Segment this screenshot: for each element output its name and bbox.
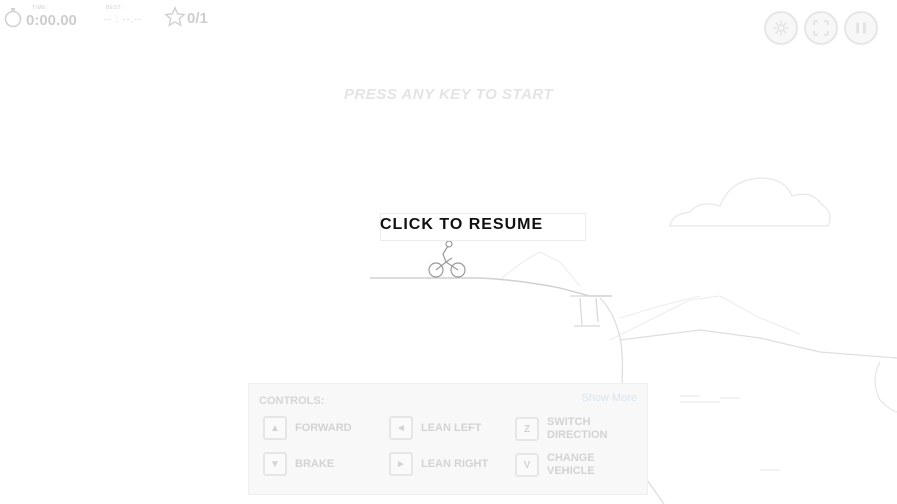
best-value: -- : --.-- xyxy=(104,14,142,24)
control-change-vehicle: V CHANGE VEHICLE xyxy=(515,452,595,478)
star-icon xyxy=(164,6,186,27)
far-cliff xyxy=(874,361,897,413)
pause-button[interactable] xyxy=(844,11,878,45)
press-any-key-message: PRESS ANY KEY TO START xyxy=(343,86,554,103)
show-more-link[interactable]: Show More xyxy=(581,392,637,404)
dashes xyxy=(680,395,780,471)
click-to-resume-message[interactable]: CLICK TO RESUME xyxy=(380,216,543,234)
pause-icon xyxy=(856,22,866,34)
up-arrow-key: ▲ xyxy=(263,416,287,440)
v-key: V xyxy=(515,453,539,477)
star-count: 0/1 xyxy=(187,10,208,27)
far-track xyxy=(619,329,897,359)
down-arrow-key: ▼ xyxy=(263,452,287,476)
ramp xyxy=(570,295,612,327)
mountains xyxy=(499,251,801,341)
control-label: FORWARD xyxy=(295,421,352,434)
settings-button[interactable] xyxy=(764,11,798,45)
z-key: Z xyxy=(515,417,539,441)
control-switch-direction: Z SWITCH DIRECTION xyxy=(515,416,608,442)
control-label: CHANGE VEHICLE xyxy=(547,452,595,477)
control-brake: ▼ BRAKE xyxy=(263,452,334,476)
controls-title: CONTROLS: xyxy=(259,395,325,407)
control-lean-right: ► LEAN RIGHT xyxy=(389,452,488,476)
time-label: TIME: xyxy=(32,5,48,11)
control-label: LEAN LEFT xyxy=(421,421,482,434)
fullscreen-icon xyxy=(813,20,829,36)
controls-panel: CONTROLS: Show More ▲ FORWARD ◄ LEAN LEF… xyxy=(248,383,648,495)
control-label: BRAKE xyxy=(295,457,335,470)
stopwatch-icon xyxy=(4,8,22,28)
time-value: 0:00.00 xyxy=(26,12,77,29)
cloud xyxy=(669,177,831,227)
gear-icon xyxy=(773,20,789,36)
control-label: SWITCH DIRECTION xyxy=(547,416,608,441)
right-arrow-key: ► xyxy=(389,452,413,476)
control-forward: ▲ FORWARD xyxy=(263,416,352,440)
left-arrow-key: ◄ xyxy=(389,416,413,440)
control-lean-left: ◄ LEAN LEFT xyxy=(389,416,482,440)
fullscreen-button[interactable] xyxy=(804,11,838,45)
best-label: BEST: xyxy=(106,5,123,11)
rider xyxy=(428,240,466,278)
control-label: LEAN RIGHT xyxy=(421,457,489,470)
